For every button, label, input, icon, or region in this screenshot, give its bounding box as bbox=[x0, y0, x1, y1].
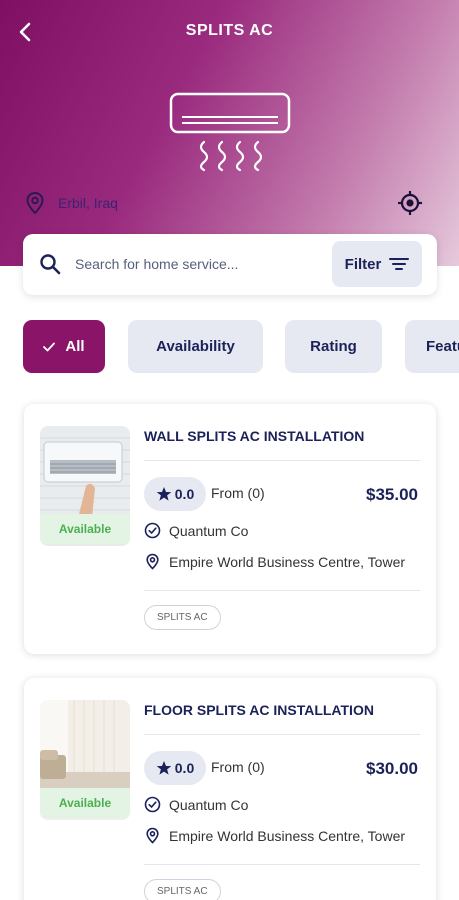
service-thumbnail: Available bbox=[40, 700, 130, 820]
divider bbox=[144, 864, 420, 865]
map-pin-icon bbox=[146, 827, 159, 844]
chip-label: Rating bbox=[310, 338, 357, 355]
location-selector[interactable]: Erbil, Iraq bbox=[24, 190, 118, 216]
divider bbox=[144, 590, 420, 591]
crosshair-icon bbox=[398, 191, 422, 215]
service-card[interactable]: Available FLOOR SPLITS AC INSTALLATION 0… bbox=[24, 678, 436, 900]
rating-badge: 0.0 bbox=[144, 751, 206, 785]
provider-row: Quantum Co bbox=[144, 522, 420, 539]
chip-label: Availability bbox=[156, 338, 235, 355]
header-banner: SPLITS AC Erbil, Iraq bbox=[0, 0, 459, 266]
search-input[interactable] bbox=[75, 248, 297, 280]
provider-address: Empire World Business Centre, Tower bbox=[169, 553, 406, 570]
provider-name: Quantum Co bbox=[169, 522, 249, 539]
current-location-button[interactable] bbox=[396, 189, 424, 217]
provider-row: Quantum Co bbox=[144, 796, 420, 813]
chip-label: Featured bbox=[426, 338, 459, 355]
location-label: Erbil, Iraq bbox=[58, 195, 118, 211]
chip-featured[interactable]: Featured bbox=[405, 320, 459, 373]
service-price: $35.00 bbox=[366, 485, 418, 504]
divider bbox=[144, 734, 420, 735]
verified-badge-icon bbox=[144, 522, 161, 539]
review-count: From (0) bbox=[211, 759, 265, 775]
provider-name: Quantum Co bbox=[169, 796, 249, 813]
filter-button[interactable]: Filter bbox=[332, 241, 422, 287]
service-title: WALL SPLITS AC INSTALLATION bbox=[144, 428, 365, 444]
chip-rating[interactable]: Rating bbox=[285, 320, 382, 373]
verified-badge-icon bbox=[144, 796, 161, 813]
chip-all[interactable]: All bbox=[23, 320, 105, 373]
service-card[interactable]: Available WALL SPLITS AC INSTALLATION 0.… bbox=[24, 404, 436, 654]
search-icon bbox=[40, 254, 61, 275]
star-icon bbox=[156, 487, 172, 501]
chip-availability[interactable]: Availability bbox=[128, 320, 263, 373]
divider bbox=[144, 460, 420, 461]
rating-value: 0.0 bbox=[174, 486, 195, 502]
rating-value: 0.0 bbox=[174, 760, 195, 776]
filter-label: Filter bbox=[344, 255, 382, 273]
page-title: SPLITS AC bbox=[185, 22, 274, 39]
category-tag: SPLITS AC bbox=[144, 879, 221, 900]
provider-address: Empire World Business Centre, Tower bbox=[169, 827, 406, 844]
rating-badge: 0.0 bbox=[144, 477, 206, 511]
check-icon bbox=[43, 342, 56, 351]
service-thumbnail: Available bbox=[40, 426, 130, 546]
filter-icon bbox=[389, 258, 410, 270]
search-bar: Filter bbox=[23, 234, 437, 295]
chip-label: All bbox=[65, 338, 85, 355]
map-pin-icon bbox=[146, 553, 159, 570]
review-count: From (0) bbox=[211, 485, 265, 501]
filter-chips: All Availability Rating Featured bbox=[23, 320, 459, 373]
address-row: Empire World Business Centre, Tower bbox=[144, 827, 420, 844]
air-conditioner-icon bbox=[169, 92, 291, 172]
address-row: Empire World Business Centre, Tower bbox=[144, 553, 420, 570]
availability-badge: Available bbox=[40, 788, 130, 818]
category-tag: SPLITS AC bbox=[144, 605, 221, 630]
service-price: $30.00 bbox=[366, 759, 418, 778]
service-title: FLOOR SPLITS AC INSTALLATION bbox=[144, 702, 374, 718]
map-pin-icon bbox=[26, 191, 44, 215]
star-icon bbox=[156, 761, 172, 775]
availability-badge: Available bbox=[40, 514, 130, 544]
